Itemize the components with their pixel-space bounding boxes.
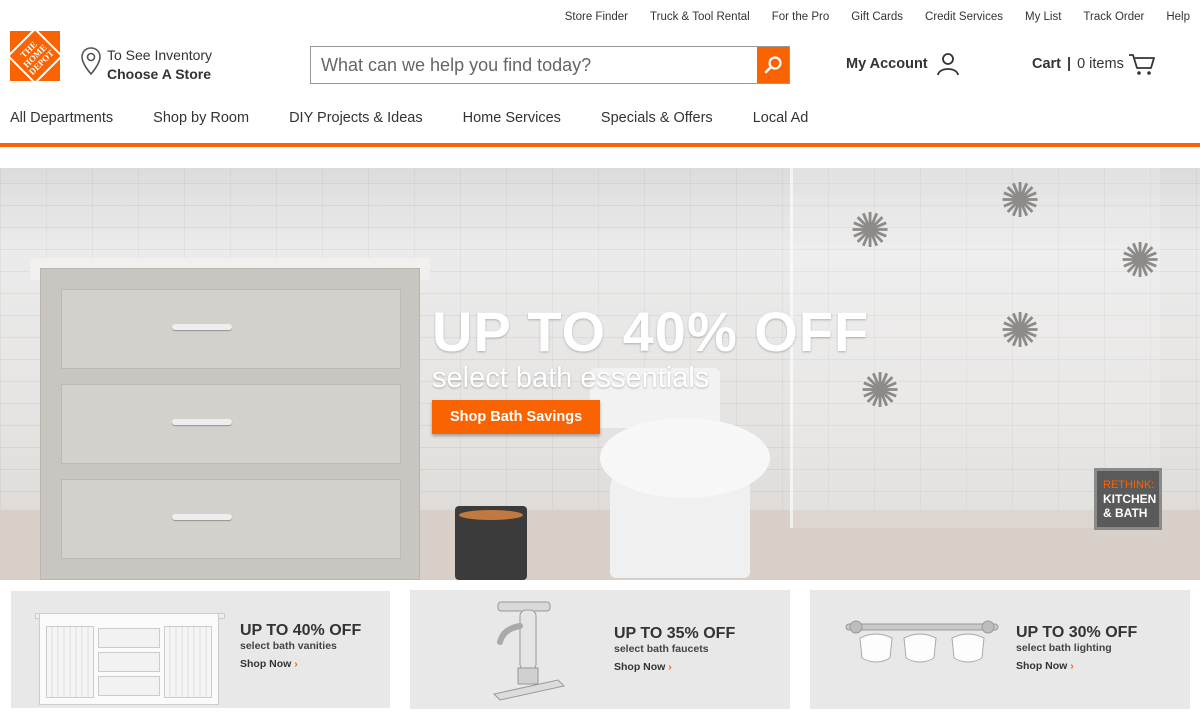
nav-specials-offers[interactable]: Specials & Offers — [601, 110, 713, 126]
my-account-label: My Account — [846, 56, 928, 72]
header-divider — [0, 143, 1200, 147]
tile-text: UP TO 40% OFF select bath vanities Shop … — [240, 622, 361, 671]
util-link-credit-services[interactable]: Credit Services — [925, 11, 1003, 23]
tile-subtext: select bath faucets — [614, 643, 709, 655]
cart-label: Cart — [1032, 56, 1062, 72]
vanity-drawer — [61, 384, 401, 464]
chevron-right-icon: › — [668, 661, 672, 673]
chevron-right-icon: › — [1070, 660, 1074, 672]
search-icon — [764, 56, 782, 74]
util-link-store-finder[interactable]: Store Finder — [565, 11, 628, 23]
wall-flower-decor: ✺ — [850, 205, 891, 258]
drawer-handle — [172, 324, 232, 330]
util-link-for-the-pro[interactable]: For the Pro — [772, 11, 830, 23]
nav-local-ad[interactable]: Local Ad — [753, 110, 809, 126]
vanity-thumb-door — [164, 626, 212, 698]
rethink-kitchen-bath-badge[interactable]: RETHINK: KITCHEN & BATH — [1094, 468, 1162, 530]
hero-text-block: UP TO 40% OFF select bath essentials Sho… — [432, 304, 869, 434]
promo-tile-lighting[interactable]: UP TO 30% OFF select bath lighting Shop … — [810, 590, 1190, 709]
main-nav: All Departments Shop by Room DIY Project… — [10, 110, 848, 126]
choose-store-link[interactable]: Choose A Store — [107, 65, 212, 84]
cart-count: 0 items — [1077, 56, 1124, 72]
my-account-button[interactable]: My Account — [846, 52, 960, 76]
cart-separator: | — [1067, 56, 1072, 72]
hero-headline: UP TO 40% OFF — [432, 300, 870, 363]
nav-shop-by-room[interactable]: Shop by Room — [153, 110, 249, 126]
utility-bar: Store Finder Truck & Tool Rental For the… — [0, 0, 1200, 34]
nav-diy-projects[interactable]: DIY Projects & Ideas — [289, 110, 423, 126]
shop-bath-savings-button[interactable]: Shop Bath Savings — [432, 400, 601, 434]
drawer-handle — [172, 419, 232, 425]
vanity-drawer — [61, 289, 401, 369]
tile-subtext: select bath lighting — [1016, 642, 1112, 654]
hero-subhead: select bath essentials — [432, 362, 710, 394]
wall-flower-decor: ✺ — [1000, 305, 1041, 358]
util-link-track-order[interactable]: Track Order — [1083, 11, 1144, 23]
tile-headline: UP TO 30% OFF — [1016, 624, 1138, 641]
vanity-thumb-door — [46, 626, 94, 698]
nav-home-services[interactable]: Home Services — [463, 110, 561, 126]
search-bar — [310, 46, 790, 84]
nav-all-departments[interactable]: All Departments — [10, 110, 113, 126]
promo-tile-faucets[interactable]: UP TO 35% OFF select bath faucets Shop N… — [410, 590, 790, 709]
hero-banner[interactable]: ✺ ✺ ✺ ✺ ✺ UP TO 40% OFF select bath esse… — [0, 168, 1200, 580]
vanity-drawer — [61, 479, 401, 559]
tile-subtext: select bath vanities — [240, 640, 337, 652]
promo-tile-vanities[interactable]: UP TO 40% OFF select bath vanities Shop … — [11, 591, 390, 708]
tile-shop-now-link[interactable]: Shop Now › — [1016, 659, 1137, 673]
wall-flower-decor: ✺ — [1120, 235, 1161, 288]
util-link-truck-tool-rental[interactable]: Truck & Tool Rental — [650, 11, 750, 23]
tile-headline: UP TO 40% OFF — [240, 622, 362, 639]
hero-wastebasket — [455, 506, 527, 580]
tile-text: UP TO 35% OFF select bath faucets Shop N… — [614, 625, 735, 674]
chevron-right-icon: › — [294, 658, 298, 670]
search-input[interactable] — [311, 47, 757, 83]
badge-line-1: RETHINK: — [1103, 479, 1155, 491]
hero-vanity — [40, 268, 420, 580]
store-inventory-label: To See Inventory — [107, 47, 213, 63]
cart-button[interactable]: Cart | 0 items — [1032, 52, 1156, 76]
vanity-thumb-drawer — [98, 628, 160, 648]
faucet-image — [492, 601, 566, 701]
util-link-help[interactable]: Help — [1166, 11, 1190, 23]
vanity-thumb-drawer — [98, 676, 160, 696]
tile-text: UP TO 30% OFF select bath lighting Shop … — [1016, 624, 1137, 673]
location-pin-icon — [81, 47, 101, 76]
tile-shop-now-link[interactable]: Shop Now › — [614, 660, 735, 674]
home-depot-logo[interactable]: THE HOME DEPOT — [6, 27, 64, 85]
utility-links: Store Finder Truck & Tool Rental For the… — [543, 11, 1190, 23]
vanity-thumb-image — [39, 613, 219, 705]
util-link-gift-cards[interactable]: Gift Cards — [851, 11, 903, 23]
wall-flower-decor: ✺ — [1000, 175, 1041, 228]
vanity-thumb-drawer — [98, 652, 160, 672]
tile-headline: UP TO 35% OFF — [614, 625, 736, 642]
user-icon — [936, 53, 959, 76]
cart-icon — [1128, 54, 1155, 75]
tile-shop-now-link[interactable]: Shop Now › — [240, 657, 361, 671]
drawer-handle — [172, 514, 232, 520]
store-selector[interactable]: To See Inventory Choose A Store — [80, 46, 212, 84]
vanity-light-image — [845, 620, 999, 663]
badge-line-3: & BATH — [1103, 506, 1148, 520]
badge-line-2: KITCHEN — [1103, 492, 1157, 506]
util-link-my-list[interactable]: My List — [1025, 11, 1061, 23]
search-button[interactable] — [757, 47, 789, 83]
